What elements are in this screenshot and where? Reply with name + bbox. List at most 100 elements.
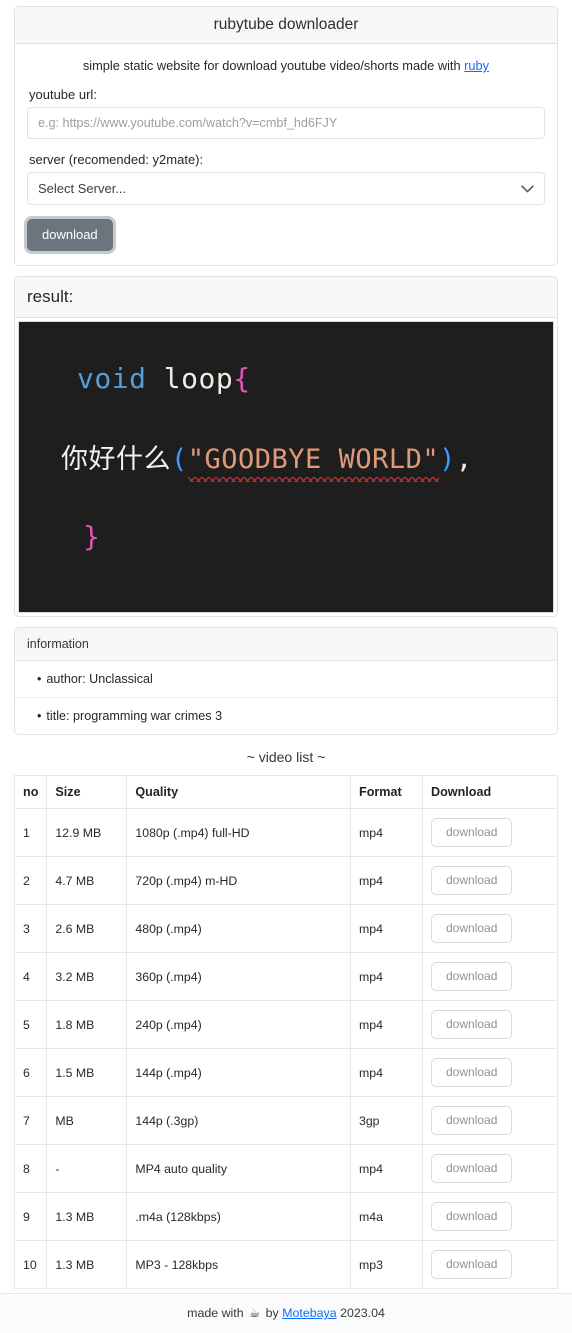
cell-format: mp4	[350, 1000, 423, 1049]
table-row: 6 1.5 MB 144p (.mp4) mp4 download	[13, 1048, 558, 1097]
cell-download: download	[422, 856, 558, 905]
cell-no: 6	[13, 1048, 48, 1097]
cell-no: 1	[13, 808, 48, 857]
code-token: 你好什么	[61, 444, 171, 475]
coffee-icon: ☕	[249, 1306, 261, 1320]
row-download-button[interactable]: download	[431, 866, 513, 895]
cell-size: 4.7 MB	[46, 856, 128, 905]
cell-no: 5	[13, 1000, 48, 1049]
downloader-card: rubytube downloader simple static websit…	[14, 6, 558, 266]
table-row: 2 4.7 MB 720p (.mp4) m-HD mp4 download	[13, 856, 558, 905]
result-card: result: void loop{ 你好什么("GOODBYE WORLD")…	[14, 276, 558, 617]
cell-size: 3.2 MB	[46, 952, 128, 1001]
column-header-download: Download	[422, 775, 558, 809]
row-download-button[interactable]: download	[431, 962, 513, 991]
cell-download: download	[422, 1192, 558, 1241]
footer-year: 2023.04	[340, 1306, 385, 1320]
code-token: "GOODBYE WORLD"	[187, 444, 440, 482]
row-download-button[interactable]: download	[431, 1058, 513, 1087]
video-thumbnail-image: void loop{ 你好什么("GOODBYE WORLD"), }	[18, 321, 554, 613]
cell-size: -	[46, 1144, 128, 1193]
code-token: (	[171, 444, 188, 475]
row-download-button[interactable]: download	[431, 818, 513, 847]
youtube-url-input[interactable]	[27, 107, 545, 139]
cell-no: 7	[13, 1096, 48, 1145]
table-row: 9 1.3 MB .m4a (128kbps) m4a download	[13, 1192, 558, 1241]
field-spacer	[27, 139, 545, 152]
cell-download: download	[422, 952, 558, 1001]
tagline-text: simple static website for download youtu…	[82, 58, 465, 73]
bullet-icon: •	[37, 709, 42, 723]
cell-download: download	[422, 1096, 558, 1145]
row-download-button[interactable]: download	[431, 914, 513, 943]
bullet-icon: •	[37, 672, 42, 686]
code-token: )	[439, 444, 456, 475]
code-token: void	[77, 362, 147, 395]
cell-size: 1.5 MB	[46, 1048, 128, 1097]
row-download-button[interactable]: download	[431, 1106, 513, 1135]
ruby-link[interactable]: ruby	[464, 58, 489, 73]
cell-no: 3	[13, 904, 48, 953]
cell-no: 4	[13, 952, 48, 1001]
cell-download: download	[422, 1000, 558, 1049]
cell-format: mp4	[350, 856, 423, 905]
video-list-title: ~ video list ~	[246, 749, 326, 765]
server-select[interactable]: Select Server...	[27, 172, 545, 205]
table-header-row: no Size Quality Format Download	[13, 775, 558, 809]
cell-download: download	[422, 1144, 558, 1193]
cell-format: mp4	[350, 952, 423, 1001]
thumbnail-wrapper: void loop{ 你好什么("GOODBYE WORLD"), }	[15, 318, 557, 616]
page-footer: made with ☕ by Motebaya 2023.04	[0, 1293, 572, 1333]
cell-size: 1.3 MB	[46, 1240, 128, 1289]
cell-no: 2	[13, 856, 48, 905]
code-token: loop	[146, 362, 234, 395]
information-card: information • author: Unclassical • title:…	[14, 627, 558, 735]
cell-quality: MP3 - 128kbps	[126, 1240, 351, 1289]
cell-quality: 144p (.3gp)	[126, 1096, 351, 1145]
cell-download: download	[422, 808, 558, 857]
row-download-button[interactable]: download	[431, 1250, 513, 1279]
page-container: rubytube downloader simple static websit…	[0, 0, 572, 1289]
cell-download: download	[422, 1048, 558, 1097]
information-header: information	[15, 628, 557, 661]
video-list-table-head: no Size Quality Format Download	[13, 775, 558, 809]
code-token: {	[233, 362, 251, 395]
cell-format: mp4	[350, 1048, 423, 1097]
list-item: • author: Unclassical	[15, 661, 557, 698]
column-header-size: Size	[46, 775, 128, 809]
server-select-wrapper: Select Server...	[27, 172, 545, 205]
cell-quality: 720p (.mp4) m-HD	[126, 856, 351, 905]
cell-format: mp4	[350, 904, 423, 953]
cell-size: MB	[46, 1096, 128, 1145]
cell-format: mp4	[350, 808, 423, 857]
table-row: 10 1.3 MB MP3 - 128kbps mp3 download	[13, 1240, 558, 1289]
cell-quality: .m4a (128kbps)	[126, 1192, 351, 1241]
cell-size: 1.8 MB	[46, 1000, 128, 1049]
footer-by: by	[265, 1306, 279, 1320]
footer-made-with: made with	[187, 1306, 244, 1320]
cell-format: 3gp	[350, 1096, 423, 1145]
cell-quality: 144p (.mp4)	[126, 1048, 351, 1097]
cell-download: download	[422, 904, 558, 953]
row-download-button[interactable]: download	[431, 1154, 513, 1183]
column-header-format: Format	[350, 775, 423, 809]
cell-quality: 1080p (.mp4) full-HD	[126, 808, 351, 857]
row-download-button[interactable]: download	[431, 1202, 513, 1231]
cell-no: 8	[13, 1144, 48, 1193]
video-list-table: no Size Quality Format Download 1 12.9 M…	[13, 775, 558, 1289]
cell-no: 10	[13, 1240, 48, 1289]
server-label: server (recomended: y2mate):	[29, 152, 204, 167]
page-title: rubytube downloader	[15, 7, 557, 44]
code-token: ,	[455, 444, 473, 475]
footer-author-link[interactable]: Motebaya	[282, 1306, 336, 1320]
cell-quality: 480p (.mp4)	[126, 904, 351, 953]
downloader-form: simple static website for download youtu…	[15, 44, 557, 265]
table-row: 1 12.9 MB 1080p (.mp4) full-HD mp4 downl…	[13, 808, 558, 857]
information-author: author: Unclassical	[46, 672, 153, 686]
result-header: result:	[15, 277, 557, 318]
list-item: • title: programming war crimes 3	[15, 698, 557, 734]
download-submit-button[interactable]: download	[27, 219, 113, 251]
cell-no: 9	[13, 1192, 48, 1241]
code-token: }	[83, 520, 101, 553]
row-download-button[interactable]: download	[431, 1010, 513, 1039]
